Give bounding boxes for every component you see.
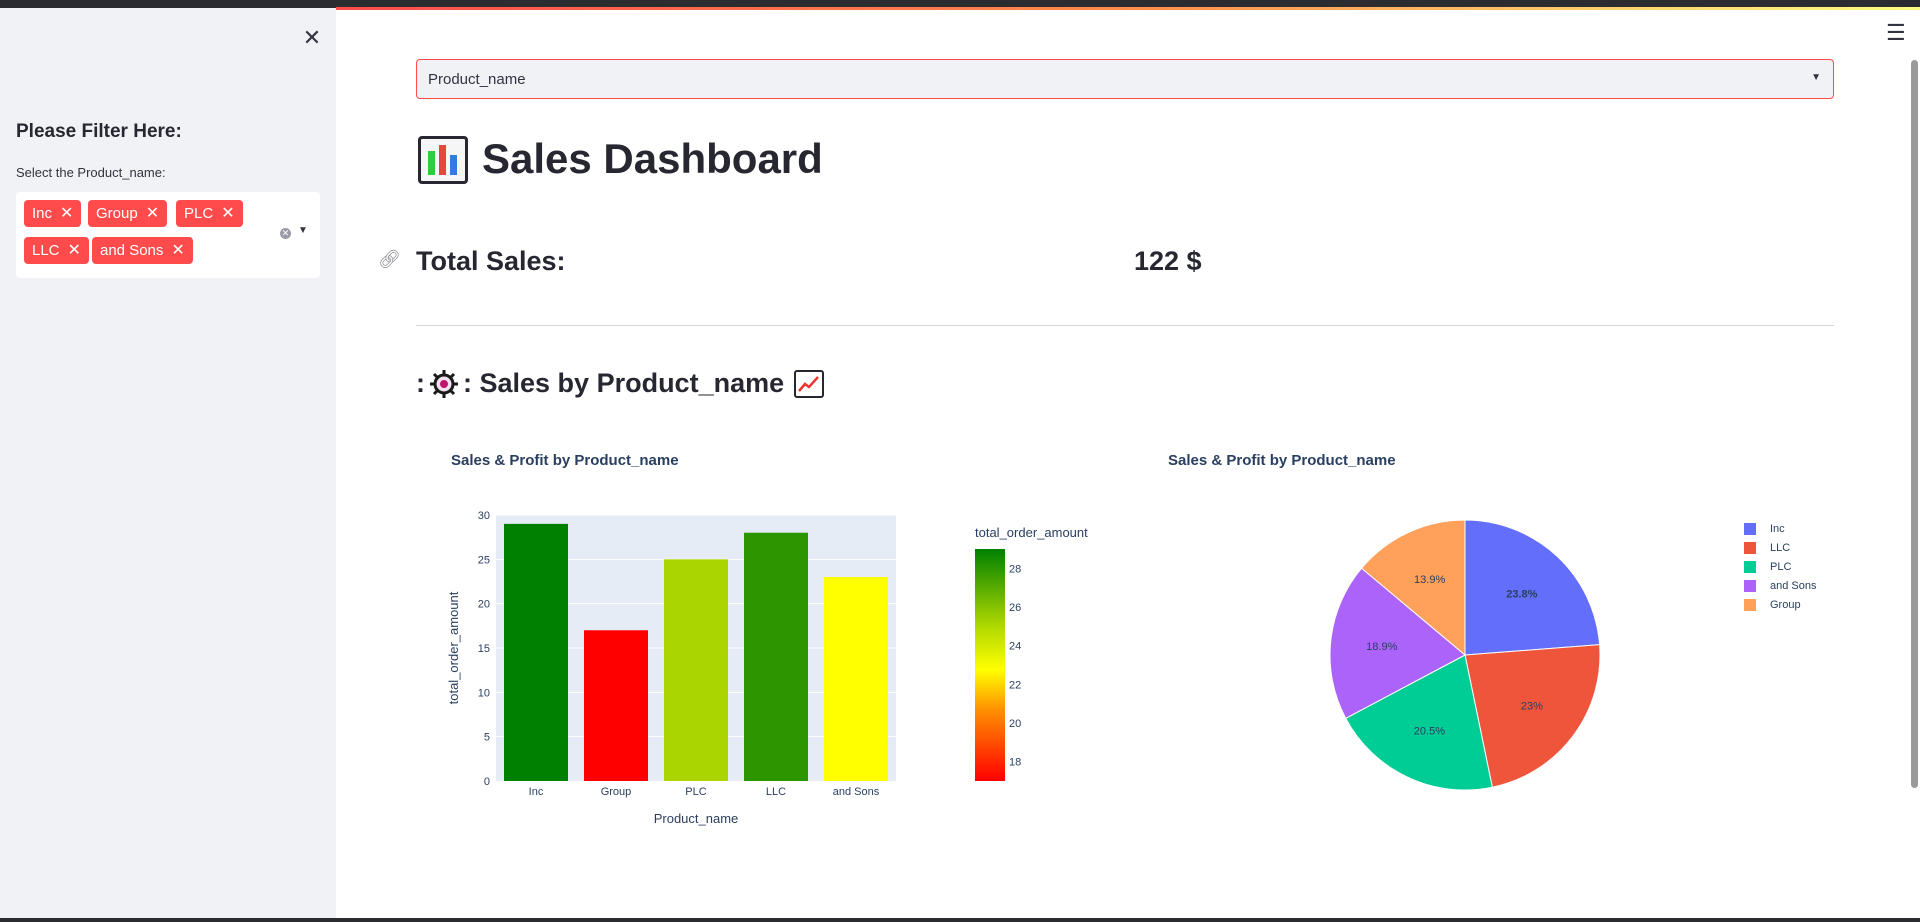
y-tick-label: 0 xyxy=(484,776,490,788)
heading-prefix: : xyxy=(416,368,425,398)
tag-inc[interactable]: Inc ✕ xyxy=(24,200,82,227)
remove-tag-icon[interactable]: ✕ xyxy=(68,242,81,259)
x-tick-label: Inc xyxy=(529,786,544,798)
section-heading: : : Sales by Product_name xyxy=(416,368,825,399)
legend-item[interactable]: Inc xyxy=(1744,522,1785,538)
product-name-select[interactable]: Product_name ▼ xyxy=(416,59,1834,99)
heading-text: : Sales by Product_name xyxy=(463,368,785,398)
colorbar-tick-label: 26 xyxy=(1009,602,1021,614)
pie-slice-label: 20.5% xyxy=(1414,726,1445,738)
colorbar-tick-label: 22 xyxy=(1009,679,1021,691)
sidebar: ✕ Please Filter Here: Select the Product… xyxy=(0,8,336,922)
filter-heading: Please Filter Here: xyxy=(16,121,182,142)
divider xyxy=(416,325,1834,326)
pie-legend: Inc LLC PLC and Sons Group xyxy=(1744,522,1844,622)
y-tick-label: 15 xyxy=(478,643,490,655)
y-tick-label: 10 xyxy=(478,687,490,699)
legend-item[interactable]: LLC xyxy=(1744,541,1790,557)
bar-inc xyxy=(504,523,568,781)
y-tick-label: 30 xyxy=(478,510,490,522)
y-tick-label: 25 xyxy=(478,554,490,566)
pie-chart[interactable]: 23.8% 23% 20.5% 18.9% 13.9% xyxy=(1320,510,1610,800)
bar-and-sons xyxy=(824,577,888,781)
link-icon[interactable]: 🔗︎ xyxy=(378,249,401,270)
legend-swatch xyxy=(1744,523,1756,536)
x-tick-label: LLC xyxy=(766,786,786,798)
remove-tag-icon[interactable]: ✕ xyxy=(146,205,159,222)
legend-swatch xyxy=(1744,599,1756,612)
hamburger-menu-icon[interactable]: ☰ xyxy=(1886,22,1906,44)
legend-label: LLC xyxy=(1770,542,1791,554)
x-tick-label: Group xyxy=(601,786,632,798)
colorbar xyxy=(975,549,1005,781)
scrollbar[interactable] xyxy=(1911,60,1918,788)
bottom-bar xyxy=(0,918,1920,922)
colorbar-title: total_order_amount xyxy=(975,525,1088,540)
legend-label: and Sons xyxy=(1770,580,1817,592)
bar-plc xyxy=(664,559,728,781)
bar-llc xyxy=(744,532,808,781)
tag-group[interactable]: Group ✕ xyxy=(88,200,168,227)
chart-increasing-icon xyxy=(794,369,825,398)
pie-slice-label: 18.9% xyxy=(1366,641,1397,653)
legend-label: PLC xyxy=(1770,561,1792,573)
bar-chart-icon xyxy=(418,136,468,184)
y-axis-title: total_order_amount xyxy=(446,591,461,704)
colorbar-tick-label: 24 xyxy=(1009,641,1021,653)
x-axis-title: Product_name xyxy=(654,811,739,826)
chevron-down-icon: ▼ xyxy=(1811,72,1821,83)
remove-tag-icon[interactable]: ✕ xyxy=(60,205,73,222)
page-title: Sales Dashboard xyxy=(482,135,823,182)
legend-swatch xyxy=(1744,561,1756,574)
legend-label: Group xyxy=(1770,599,1801,611)
tag-plc[interactable]: PLC ✕ xyxy=(176,200,243,227)
x-tick-label: and Sons xyxy=(833,786,880,798)
tag-label: Group xyxy=(96,205,138,222)
colorbar-tick-label: 28 xyxy=(1009,563,1021,575)
pie-slice-inc xyxy=(1464,519,1601,656)
legend-item[interactable]: PLC xyxy=(1744,560,1791,576)
select-value: Product_name xyxy=(428,71,526,88)
pie-chart-title: Sales & Profit by Product_name xyxy=(1168,452,1396,469)
product-multiselect[interactable]: Inc ✕ Group ✕ PLC ✕ LLC ✕ and Sons ✕ ✕ ▼ xyxy=(16,192,320,278)
colorbar-tick-label: 18 xyxy=(1009,757,1021,769)
pie-slice-label: 23% xyxy=(1521,700,1543,712)
legend-item[interactable]: Group xyxy=(1744,598,1801,614)
bar-chart[interactable]: 0 5 10 15 20 25 30 Inc Group PLC LLC and Sons Produc… xyxy=(440,505,1100,835)
chevron-down-icon[interactable]: ▼ xyxy=(298,225,308,236)
x-tick-label: PLC xyxy=(685,786,706,798)
y-tick-label: 20 xyxy=(478,599,490,611)
legend-item[interactable]: and Sons xyxy=(1744,579,1816,595)
legend-swatch xyxy=(1744,542,1756,555)
pie-slice-label: 13.9% xyxy=(1414,574,1445,586)
header-accent-bar xyxy=(336,7,1920,10)
tag-llc[interactable]: LLC ✕ xyxy=(24,237,89,264)
clear-all-icon[interactable]: ✕ xyxy=(280,228,291,239)
remove-tag-icon[interactable]: ✕ xyxy=(221,205,234,222)
tag-label: LLC xyxy=(32,242,60,259)
legend-swatch xyxy=(1744,580,1756,593)
pie-slice-label: 23.8% xyxy=(1506,589,1537,601)
product-select-label: Select the Product_name: xyxy=(16,165,166,180)
bar-chart-title: Sales & Profit by Product_name xyxy=(451,452,679,469)
gear-icon xyxy=(429,369,459,399)
tag-and-sons[interactable]: and Sons ✕ xyxy=(92,237,193,264)
tag-label: and Sons xyxy=(100,242,164,259)
total-sales-label: Total Sales: xyxy=(416,246,566,276)
colorbar-tick-label: 20 xyxy=(1009,718,1021,730)
tag-label: Inc xyxy=(32,205,53,222)
total-sales-value: 122 $ xyxy=(1134,246,1202,276)
close-icon[interactable]: ✕ xyxy=(302,27,322,49)
bar-group xyxy=(584,630,648,781)
remove-tag-icon[interactable]: ✕ xyxy=(171,242,184,259)
tag-label: PLC xyxy=(184,205,214,222)
legend-label: Inc xyxy=(1770,523,1785,535)
y-tick-label: 5 xyxy=(484,732,490,744)
